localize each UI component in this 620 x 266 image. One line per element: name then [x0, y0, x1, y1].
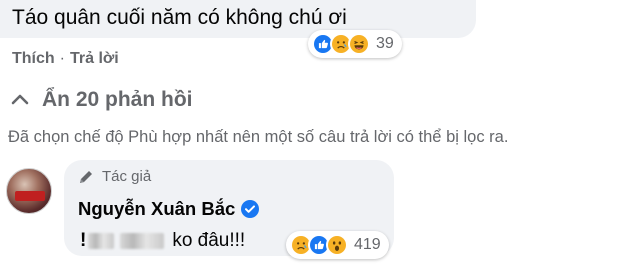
- author-name-link[interactable]: Nguyễn Xuân Bắc: [78, 198, 235, 220]
- top-comment-actions: Thích · Trả lời: [12, 50, 119, 68]
- hide-replies-toggle[interactable]: Ẩn 20 phản hồi: [10, 88, 193, 112]
- top-comment-reactions[interactable]: 39: [308, 30, 402, 58]
- redacted-text: [120, 233, 165, 249]
- reply-reactions[interactable]: 419: [286, 231, 389, 259]
- chevron-up-icon: [11, 94, 29, 105]
- author-tag: Tác giả: [78, 168, 151, 185]
- hide-replies-label: Ẩn 20 phản hồi: [42, 88, 193, 111]
- top-comment-bubble: Táo quân cuối năm có không chú ơi: [0, 0, 476, 38]
- verified-badge-icon: [241, 200, 260, 218]
- reply-reaction-count: 419: [354, 236, 381, 253]
- reply-visible-text: ko đâu!!!: [172, 230, 246, 251]
- redacted-text: [88, 233, 115, 249]
- reply-link[interactable]: Trả lời: [70, 50, 119, 68]
- reply-text: ! ko đâu!!!: [80, 230, 246, 251]
- top-comment-text: Táo quân cuối năm có không chú ơi: [12, 6, 347, 29]
- avatar-badge: [15, 191, 45, 201]
- wow-icon: [326, 234, 348, 256]
- avatar[interactable]: [6, 168, 52, 214]
- pencil-icon: [80, 170, 92, 183]
- like-link[interactable]: Thích: [12, 50, 55, 68]
- top-reaction-count: 39: [376, 35, 394, 52]
- reply-author: Nguyễn Xuân Bắc: [78, 198, 260, 220]
- author-tag-label: Tác giả: [102, 168, 152, 185]
- filter-notice: Đã chọn chế độ Phù hợp nhất nên một số c…: [8, 128, 509, 146]
- haha-icon: [348, 33, 370, 55]
- action-separator: ·: [59, 50, 65, 67]
